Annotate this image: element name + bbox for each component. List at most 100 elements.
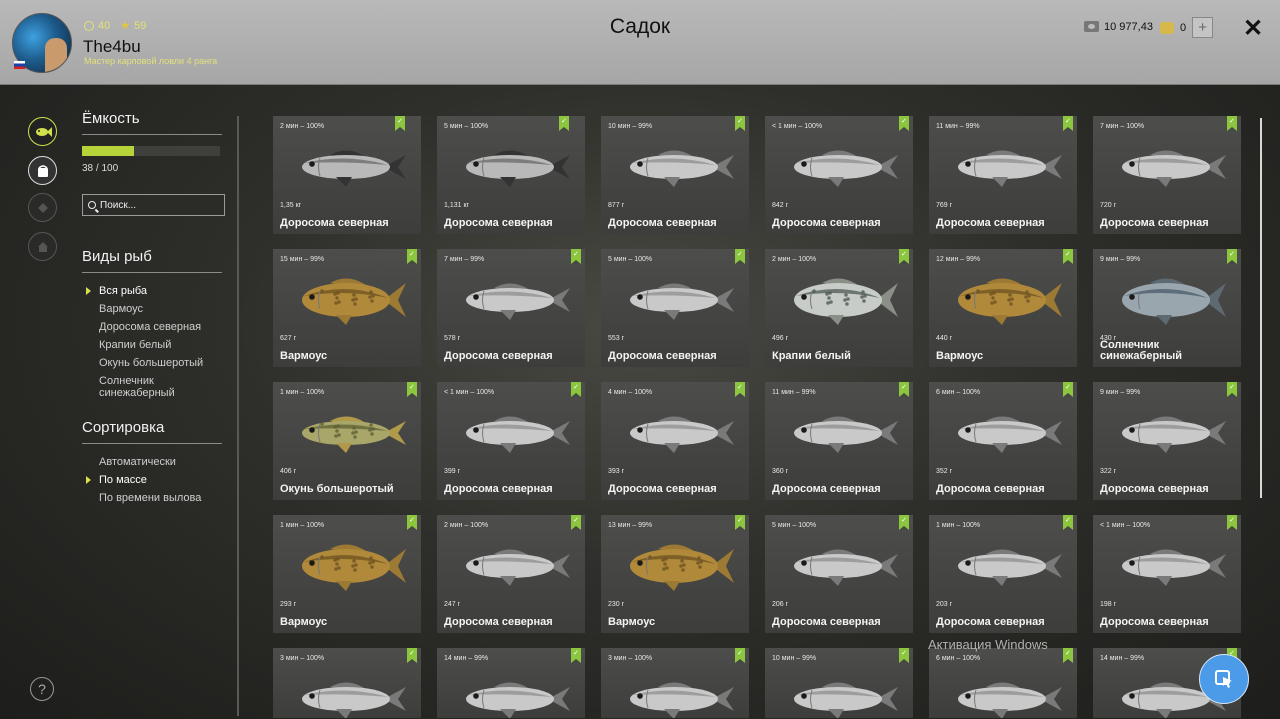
fish-illustration <box>302 150 406 187</box>
catch-time: 9 мин – 99% <box>1100 389 1141 396</box>
keep-badge-icon: ✓ <box>1227 116 1237 131</box>
keep-badge-icon: ✓ <box>735 116 745 131</box>
fish-card[interactable]: < 1 мин – 100% ✓ 198 г Доросома северная <box>1093 515 1241 633</box>
fish-card[interactable]: 5 мин – 100% ✓ 206 г Доросома северная <box>765 515 913 633</box>
species-option[interactable]: Солнечник синежаберный <box>82 375 222 399</box>
divider <box>82 443 222 444</box>
fish-card[interactable]: 3 мин – 100% ✓ <box>601 648 749 718</box>
trophy-fish-icon[interactable] <box>28 193 57 222</box>
catch-time: 9 мин – 99% <box>1100 256 1141 263</box>
card-badges: ✓ <box>899 648 909 663</box>
fish-card[interactable]: 9 мин – 99% ✓ 322 г Доросома северная <box>1093 382 1241 500</box>
help-button[interactable]: ? <box>30 677 54 701</box>
catch-time: 6 мин – 100% <box>936 655 981 662</box>
bucket-icon[interactable] <box>28 156 57 185</box>
keep-badge-icon: ✓ <box>735 515 745 530</box>
card-badges: ✓ <box>1063 648 1073 663</box>
sort-option[interactable]: По времени вылова <box>82 492 222 504</box>
catch-time: < 1 мин – 100% <box>772 123 823 130</box>
grid-scrollbar[interactable] <box>1260 118 1262 498</box>
search-input[interactable]: Поиск... <box>82 194 225 216</box>
close-button[interactable]: ✕ <box>1243 14 1263 43</box>
card-badges: ✓ <box>1063 515 1073 530</box>
fish-card[interactable]: 1 мин – 100% ✓ 203 г Доросома северная <box>929 515 1077 633</box>
fish-name: Доросома северная <box>444 616 553 628</box>
fish-card[interactable]: 2 мин – 100% ✓ 247 г Доросома северная <box>437 515 585 633</box>
catch-time: 4 мин – 100% <box>608 389 653 396</box>
fish-card[interactable]: 13 мин – 99% ✓ 230 г Вармоус <box>601 515 749 633</box>
fish-illustration <box>958 549 1062 586</box>
keep-badge-icon: ✓ <box>571 515 581 530</box>
catch-time: 7 мин – 99% <box>444 256 485 263</box>
fish-illustration <box>630 150 734 187</box>
fish-illustration <box>1122 549 1226 586</box>
card-badges: ✓ <box>735 249 745 264</box>
species-option[interactable]: Окунь большеротый <box>82 357 222 369</box>
russia-flag-icon <box>14 61 25 69</box>
fish-card[interactable]: 2 мин – 100% ✓★ 1,35 кг Доросома северна… <box>273 116 421 234</box>
fish-card[interactable]: 15 мин – 99% ✓ 627 г Вармоус <box>273 249 421 367</box>
fish-card[interactable]: 2 мин – 100% ✓ 496 г Крапии белый <box>765 249 913 367</box>
fish-weight: 877 г <box>608 202 625 209</box>
fish-name: Вармоус <box>608 616 656 628</box>
home-icon[interactable] <box>28 232 57 261</box>
fish-card[interactable]: 5 мин – 100% ✓ 553 г Доросома северная <box>601 249 749 367</box>
keep-badge-icon: ✓ <box>899 116 909 131</box>
fish-card[interactable]: < 1 мин – 100% ✓ 399 г Доросома северная <box>437 382 585 500</box>
fish-name: Крапии белый <box>772 350 851 362</box>
fish-card[interactable]: 11 мин – 99% ✓ 769 г Доросома северная <box>929 116 1077 234</box>
fish-card[interactable]: 4 мин – 100% ✓ 393 г Доросома северная <box>601 382 749 500</box>
sort-option[interactable]: По массе <box>82 474 222 486</box>
card-badges: ✓ <box>407 382 417 397</box>
catch-time: 11 мин – 99% <box>936 123 980 130</box>
catch-time: 5 мин – 100% <box>444 123 489 130</box>
catch-time: 15 мин – 99% <box>280 256 325 263</box>
fish-card[interactable]: 9 мин – 99% ✓ 430 г Солнечник синежаберн… <box>1093 249 1241 367</box>
add-gold-button[interactable]: + <box>1192 17 1214 38</box>
sort-title: Сортировка <box>82 419 165 436</box>
fish-weight: 393 г <box>608 468 625 475</box>
fish-card[interactable]: 1 мин – 100% ✓ 406 г Окунь большеротый <box>273 382 421 500</box>
screenshot-tool-button[interactable] <box>1199 654 1249 704</box>
fish-card[interactable]: 10 мин – 99% ✓ 877 г Доросома северная <box>601 116 749 234</box>
fish-card[interactable]: 3 мин – 100% ✓ <box>273 648 421 718</box>
catch-time: 10 мин – 99% <box>608 123 653 130</box>
keepnet-fish-icon[interactable] <box>28 117 57 146</box>
fish-weight: 578 г <box>444 335 461 342</box>
card-badges: ✓ <box>735 648 745 663</box>
fish-weight: 399 г <box>444 468 461 475</box>
sort-option[interactable]: Автоматически <box>82 456 222 468</box>
fish-illustration <box>466 549 570 586</box>
card-badges: ✓ <box>735 382 745 397</box>
fish-weight: 720 г <box>1100 202 1117 209</box>
fish-card[interactable]: 6 мин – 100% ✓ <box>929 648 1077 718</box>
species-title: Виды рыб <box>82 248 152 265</box>
fish-card[interactable]: < 1 мин – 100% ✓ 842 г Доросома северная <box>765 116 913 234</box>
capacity-count: 38 / 100 <box>82 163 119 174</box>
keepnet-sidebar: Ёмкость 38 / 100 Поиск... Виды рыб Вся р… <box>82 110 225 510</box>
keep-badge-icon: ✓ <box>1063 648 1073 663</box>
gold-balance: 0 + <box>1160 17 1214 38</box>
species-option[interactable]: Вся рыба <box>82 285 222 297</box>
fish-card[interactable]: 7 мин – 100% ✓ 720 г Доросома северная <box>1093 116 1241 234</box>
species-option[interactable]: Доросома северная <box>82 321 222 333</box>
species-option[interactable]: Вармоус <box>82 303 222 315</box>
fish-card[interactable]: 6 мин – 100% ✓ 352 г Доросома северная <box>929 382 1077 500</box>
species-option[interactable]: Крапии белый <box>82 339 222 351</box>
fish-card[interactable]: 12 мин – 99% ✓ 440 г Вармоус <box>929 249 1077 367</box>
fish-illustration <box>794 682 898 718</box>
card-badges: ✓ <box>1063 382 1073 397</box>
fish-card[interactable]: 10 мин – 99% ✓ <box>765 648 913 718</box>
fish-weight: 352 г <box>936 468 953 475</box>
fish-weight: 769 г <box>936 202 953 209</box>
fish-card[interactable]: 7 мин – 99% ✓ 578 г Доросома северная <box>437 249 585 367</box>
catch-time: < 1 мин – 100% <box>1100 522 1151 529</box>
fish-card[interactable]: 11 мин – 99% ✓ 360 г Доросома северная <box>765 382 913 500</box>
fish-card[interactable]: 5 мин – 100% ✓★ 1,131 кг Доросома северн… <box>437 116 585 234</box>
fish-card[interactable]: 14 мин – 99% ✓ <box>437 648 585 718</box>
fish-illustration <box>302 278 406 325</box>
keep-badge-icon: ✓ <box>1063 515 1073 530</box>
card-badges: ✓ <box>899 515 909 530</box>
fish-card[interactable]: 1 мин – 100% ✓ 293 г Вармоус <box>273 515 421 633</box>
fish-weight: 230 г <box>608 601 625 608</box>
